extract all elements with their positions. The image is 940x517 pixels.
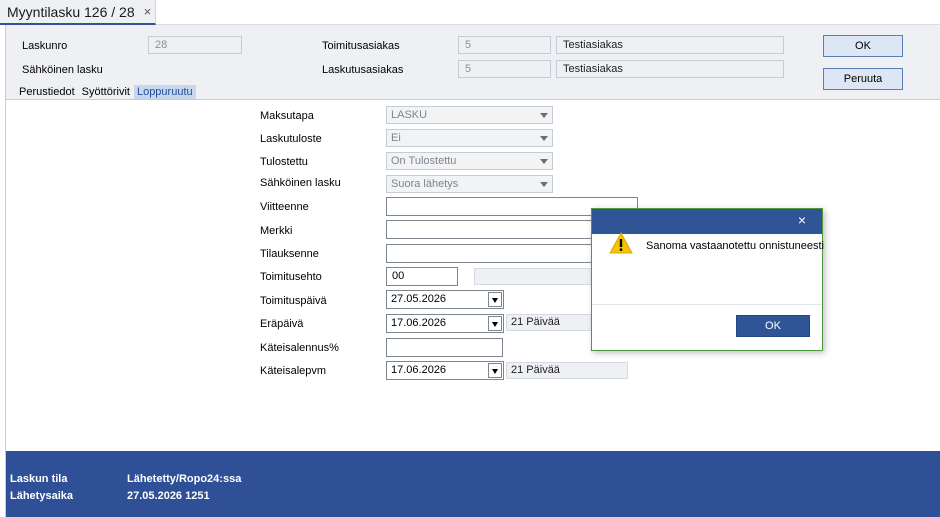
tulostettu-value: On Tulostettu [391,155,457,167]
cancel-button[interactable]: Peruuta [823,68,903,90]
dropdown-arrow-icon[interactable] [488,363,502,378]
merkki-label: Merkki [260,225,293,237]
dialog-message: Sanoma vastaanotettu onnistuneesti [646,240,824,252]
document-tab[interactable]: Myyntilasku 126 / 28 × [0,0,156,25]
tab-perustiedot[interactable]: Perustiedot [16,85,78,100]
laskutuloste-label: Laskutuloste [260,133,322,145]
toimitusehto-label: Toimitusehto [260,271,322,283]
toimituspaiva-label: Toimituspäivä [260,295,327,307]
erapaiva-days: 21 Päivää [506,314,592,331]
sahkoinen-lasku-label: Sähköinen lasku [260,177,341,189]
laskunro-field: 28 [148,36,242,54]
maksutapa-label: Maksutapa [260,110,314,122]
erapaiva-date[interactable]: 17.06.2026 [386,314,504,333]
tulostettu-select[interactable]: On Tulostettu [386,152,553,170]
kateisalennus-input[interactable] [386,338,503,357]
laskutusasiakas-label: Laskutusasiakas [322,64,404,76]
viitteenne-label: Viitteenne [260,201,309,213]
kateisalepvm-days: 21 Päivää [506,362,628,379]
lahetysaika-label: Lähetysaika [10,490,73,502]
kateisalepvm-value: 17.06.2026 [391,364,447,376]
chevron-down-icon [540,159,548,164]
toimituspaiva-value: 27.05.2026 [391,293,447,305]
sub-tab-bar: Perustiedot Syöttörivit Loppuruutu [16,85,197,100]
laskutusasiakas-number-field: 5 [458,60,551,78]
sahkoinen-lasku-value: Suora lähetys [391,178,459,190]
laskun-tila-label: Laskun tila [10,473,68,485]
kateisalepvm-date[interactable]: 17.06.2026 [386,361,504,380]
tab-syottorivit[interactable]: Syöttörivit [79,85,133,100]
maksutapa-select[interactable]: LASKU [386,106,553,124]
tulostettu-label: Tulostettu [260,156,308,168]
kateisalepvm-label: Käteisalepvm [260,365,327,377]
lahetysaika-value: 27.05.2026 1251 [127,490,210,502]
laskun-tila-value: Lähetetty/Ropo24:ssa [127,473,242,485]
status-footer: Laskun tila Lähetetty/Ropo24:ssa Lähetys… [6,451,940,517]
tab-loppuruutu[interactable]: Loppuruutu [133,85,196,100]
laskutusasiakas-name-field: Testiasiakas [556,60,784,78]
dropdown-arrow-icon[interactable] [488,292,502,307]
toimitusasiakas-name-field: Testiasiakas [556,36,784,54]
toimituspaiva-date[interactable]: 27.05.2026 [386,290,504,309]
toimitusasiakas-number-field: 5 [458,36,551,54]
chevron-down-icon [540,113,548,118]
erapaiva-value: 17.06.2026 [391,317,447,329]
sahkoinen-lasku-select[interactable]: Suora lähetys [386,175,553,193]
laskutuloste-select[interactable]: Ei [386,129,553,147]
maksutapa-value: LASKU [391,109,428,121]
tab-strip: Myyntilasku 126 / 28 × [0,0,940,25]
dialog-divider [592,304,822,305]
kateisalennus-label: Käteisalennus% [260,342,339,354]
dropdown-arrow-icon[interactable] [488,316,502,331]
warning-icon [609,231,633,257]
erapaiva-label: Eräpäivä [260,318,304,330]
close-tab-icon[interactable]: × [144,4,152,19]
ok-button[interactable]: OK [823,35,903,57]
sahkoinen-lasku-header-label: Sähköinen lasku [22,64,103,76]
toimitusehto-input[interactable]: 00 [386,267,458,286]
chevron-down-icon [540,182,548,187]
laskunro-label: Laskunro [22,40,68,52]
document-tab-title: Myyntilasku 126 / 28 [7,3,135,20]
dialog-titlebar[interactable]: × [592,209,822,234]
close-icon[interactable]: × [798,212,806,228]
dialog-ok-button[interactable]: OK [736,315,810,337]
message-dialog: × Sanoma vastaanotettu onnistuneesti OK [591,208,824,351]
tilauksenne-label: Tilauksenne [260,248,319,260]
chevron-down-icon [540,136,548,141]
laskutuloste-value: Ei [391,132,401,144]
toimitusasiakas-label: Toimitusasiakas [322,40,400,52]
